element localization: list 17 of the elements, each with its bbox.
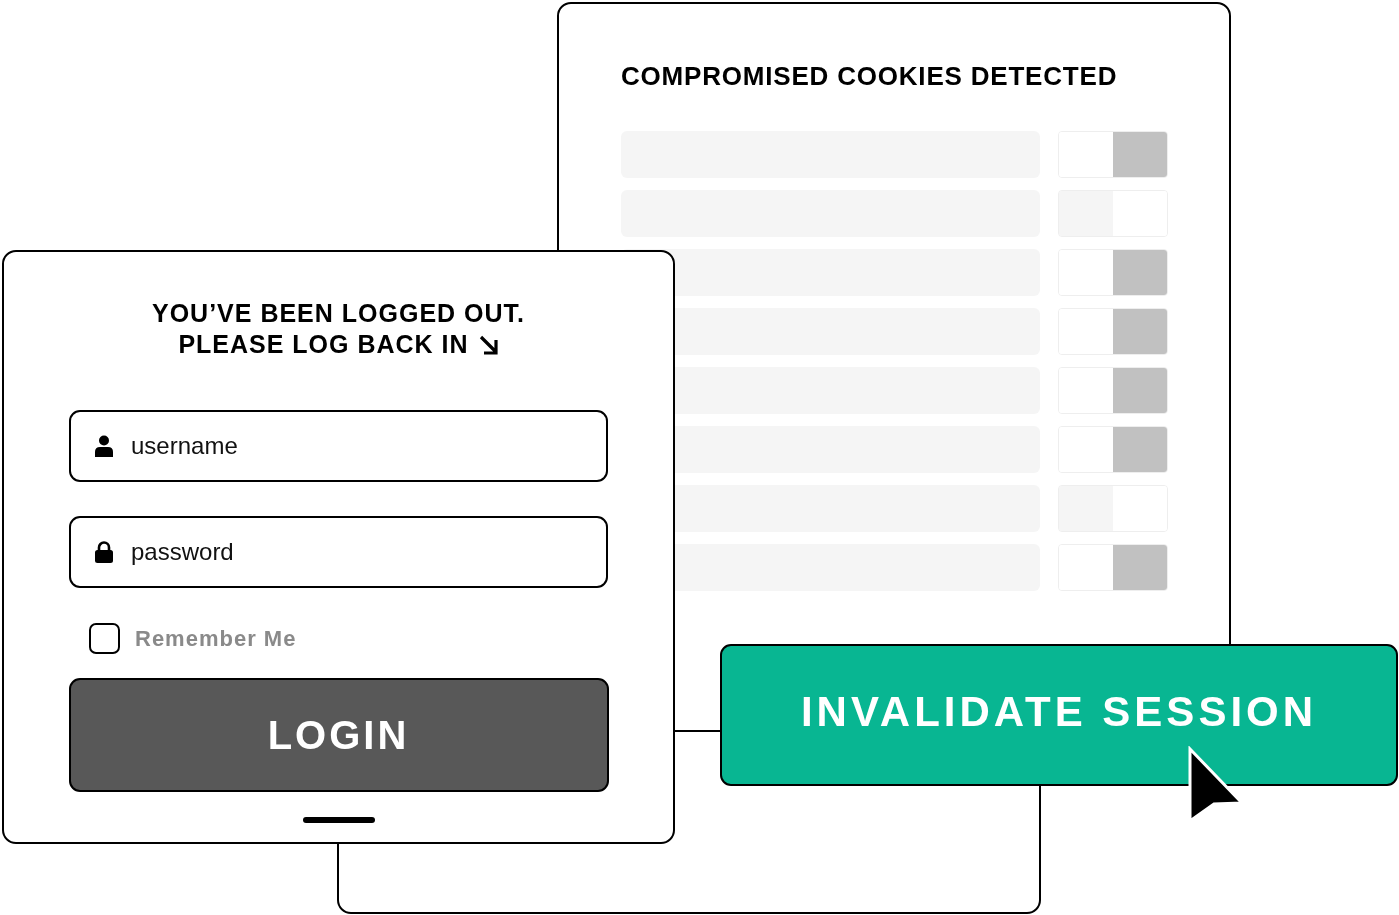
toggle-switch[interactable] bbox=[1058, 308, 1168, 355]
heading-text: PLEASE LOG BACK IN bbox=[178, 329, 469, 360]
arrow-icon bbox=[478, 334, 499, 355]
checkbox[interactable] bbox=[89, 623, 120, 654]
lock-icon bbox=[95, 541, 113, 563]
toggle-switch[interactable] bbox=[1058, 249, 1168, 296]
login-button[interactable]: LOGIN bbox=[68, 678, 609, 792]
toggle-switch[interactable] bbox=[1058, 544, 1168, 591]
toggle-switch[interactable] bbox=[1058, 131, 1168, 178]
password-field[interactable]: password bbox=[69, 516, 608, 588]
checkbox-label: Remember Me bbox=[135, 624, 297, 653]
user-icon bbox=[95, 435, 113, 457]
username-field[interactable]: username bbox=[69, 410, 608, 482]
toggle-switch[interactable] bbox=[1058, 426, 1168, 473]
heading-text: YOU’VE BEEN LOGGED OUT. bbox=[151, 298, 526, 329]
toggle-switch[interactable] bbox=[1058, 367, 1168, 414]
panel-title: COMPROMISED COOKIES DETECTED bbox=[621, 61, 1118, 91]
